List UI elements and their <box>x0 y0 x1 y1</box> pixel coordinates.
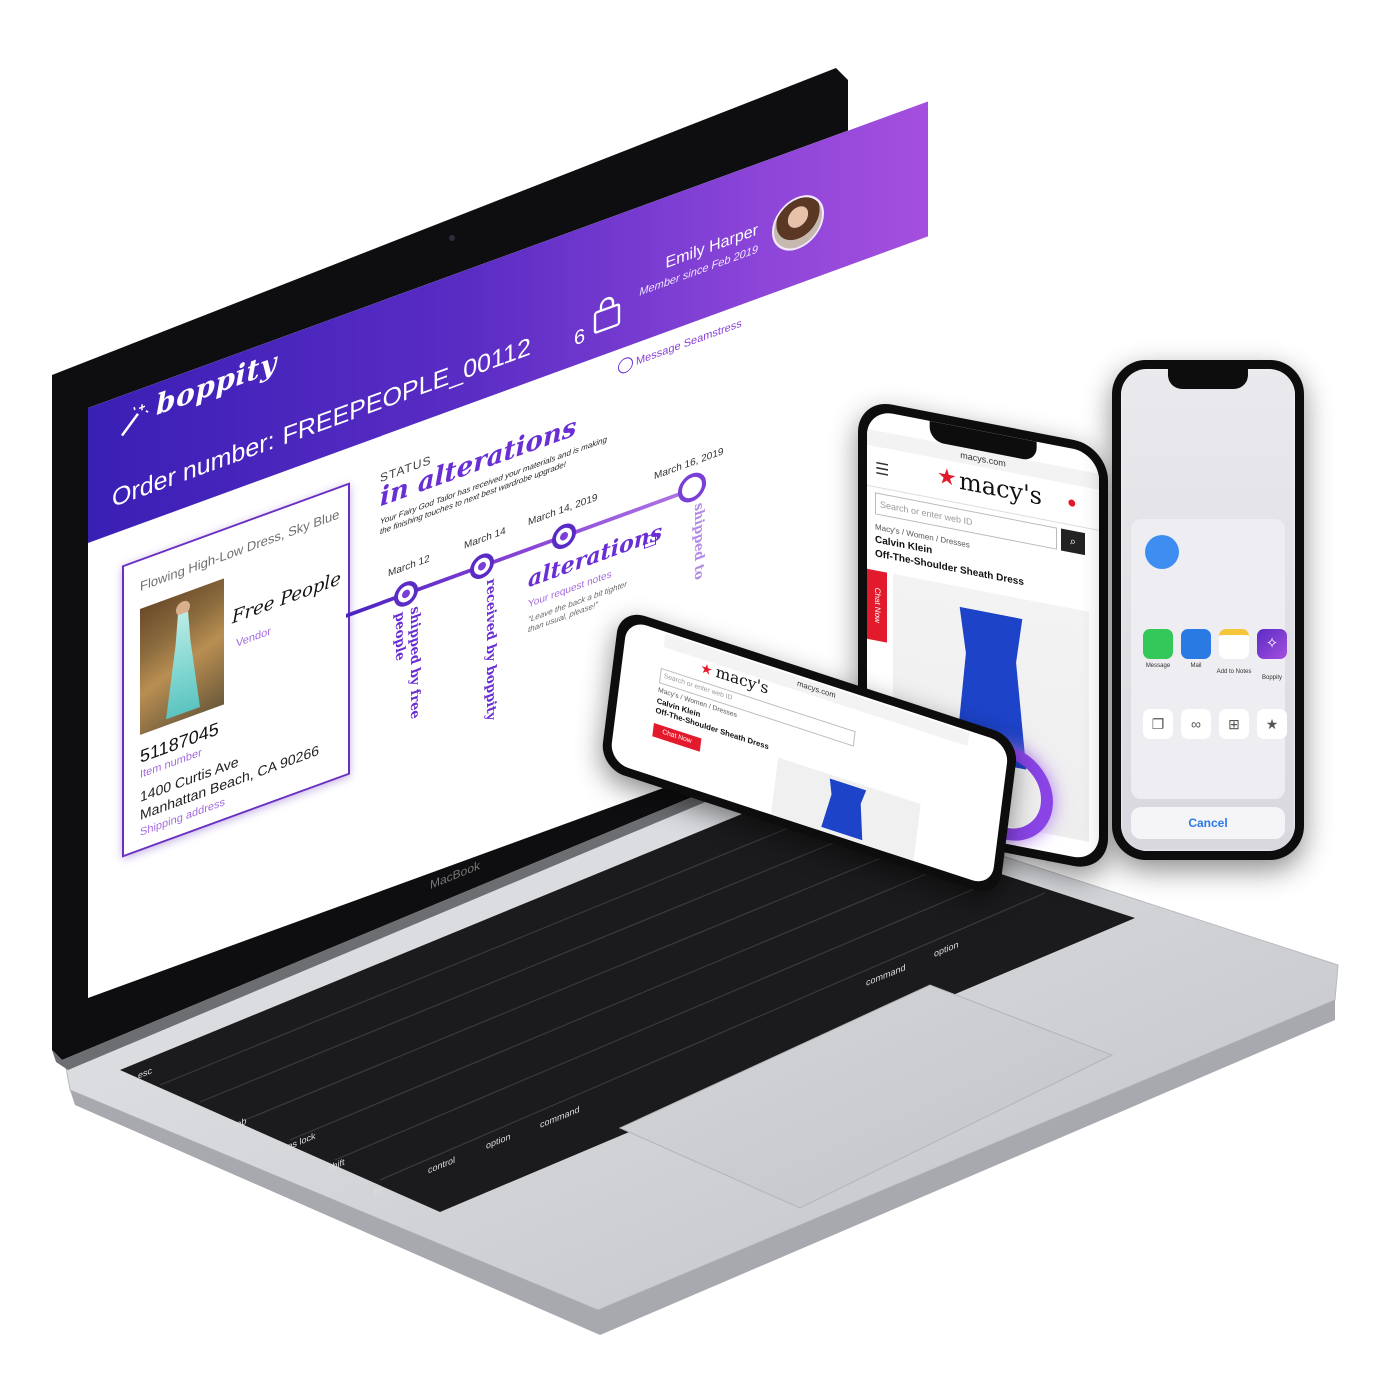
phone-notch <box>1167 369 1249 389</box>
shopping-bag-icon[interactable] <box>592 291 622 336</box>
timeline-date: March 14, 2019 <box>528 492 598 529</box>
timeline-date: March 12 <box>388 553 430 580</box>
search-button[interactable]: ⌕ <box>1061 528 1085 556</box>
phone-share-sheet: Message Mail Add to Notes ✧ Boppity ❐ ∞ … <box>1112 360 1304 860</box>
notes-icon[interactable]: Add to Notes <box>1217 629 1251 675</box>
bag-count: 6 <box>574 324 586 351</box>
item-photo <box>140 578 224 736</box>
app-label: Boppity <box>1261 675 1282 681</box>
menu-icon[interactable]: ☰ <box>875 458 889 481</box>
dress-shape <box>166 607 200 719</box>
timeline-node[interactable] <box>470 549 494 583</box>
item-card: Flowing High-Low Dress, Sky Blue Free Pe… <box>122 482 350 858</box>
timeline-node[interactable] <box>394 577 418 611</box>
timeline-label: received by boppity <box>483 576 498 724</box>
timeline-node[interactable] <box>552 519 576 553</box>
order-label: Order number: <box>112 425 275 514</box>
phone-screen: Message Mail Add to Notes ✧ Boppity ❐ ∞ … <box>1121 369 1295 851</box>
order-number: FREEPEOPLE_00112 <box>282 332 531 451</box>
app-label: Mail <box>1190 663 1202 669</box>
app-label: Message <box>1145 663 1171 669</box>
timeline-label: shipped by free people <box>392 604 422 722</box>
mail-icon[interactable]: Mail <box>1181 629 1211 669</box>
copy-icon[interactable]: ❐ <box>1143 709 1173 739</box>
boppity-wand-icon[interactable]: ✧ Boppity <box>1257 629 1287 681</box>
vendor-logo: Free People <box>232 567 341 629</box>
cancel-button[interactable]: Cancel <box>1131 807 1285 839</box>
vendor-label: Vendor <box>236 625 271 650</box>
share-action-row: ❐ ∞ ⊞ ★ <box>1143 709 1287 739</box>
macys-star-icon: ★ <box>937 462 957 492</box>
timeline-date: March 14 <box>464 525 506 552</box>
messages-icon[interactable]: Message <box>1143 629 1173 669</box>
chat-now-button[interactable]: Chat Now <box>867 568 887 643</box>
favorite-icon[interactable]: ★ <box>1257 709 1287 739</box>
avatar[interactable] <box>772 187 824 259</box>
bag-icon[interactable]: ● <box>1067 494 1077 514</box>
bookmark-icon[interactable]: ⊞ <box>1219 709 1249 739</box>
reading-list-icon[interactable]: ∞ <box>1181 709 1211 739</box>
airdrop-icon[interactable] <box>1145 535 1179 569</box>
timeline-label: shipped to <box>691 500 706 583</box>
share-app-row: Message Mail Add to Notes ✧ Boppity <box>1143 629 1287 681</box>
dress-shape <box>819 777 871 841</box>
camera-dot <box>449 235 455 241</box>
magic-wand-icon <box>120 404 149 437</box>
chat-icon[interactable] <box>618 355 633 376</box>
app-label: Add to Notes <box>1216 669 1252 675</box>
macys-star-icon: ★ <box>699 659 714 679</box>
share-sheet: Message Mail Add to Notes ✧ Boppity ❐ ∞ … <box>1131 519 1287 799</box>
